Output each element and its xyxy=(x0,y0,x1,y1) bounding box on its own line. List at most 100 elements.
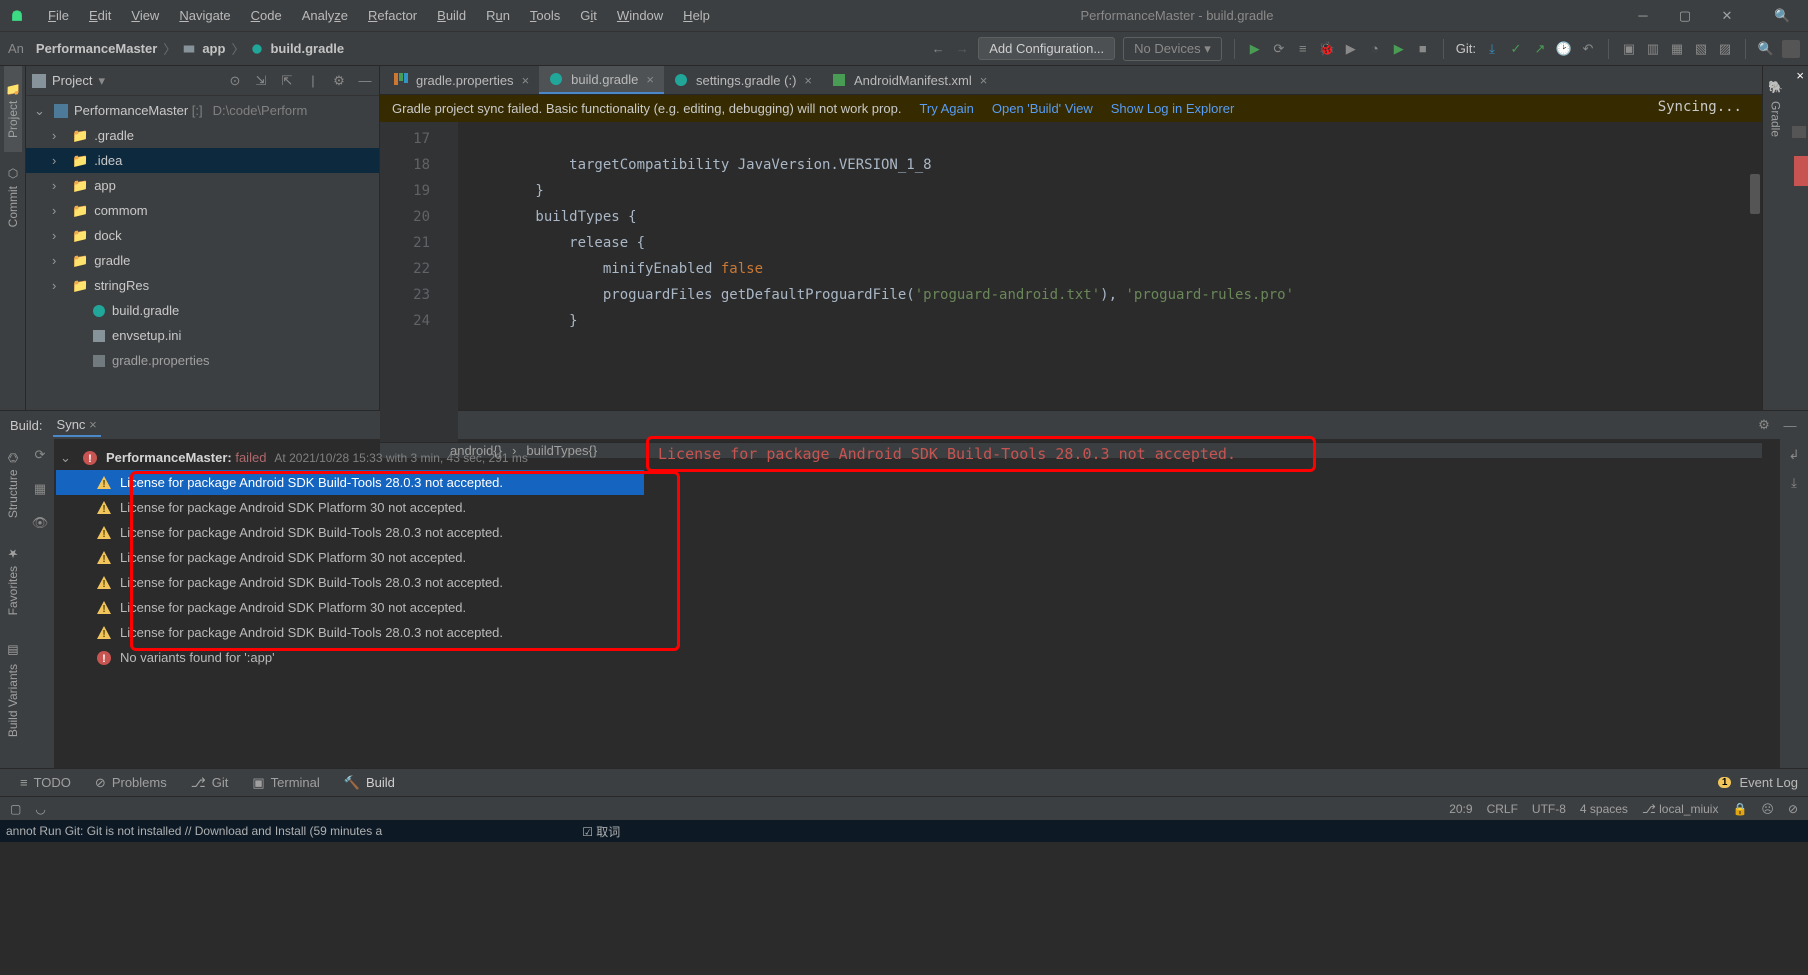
scroll-end-icon[interactable]: ⤓ xyxy=(1786,475,1802,491)
select-opened-icon[interactable]: ⊙ xyxy=(227,73,243,89)
git-update-icon[interactable]: ⤓ xyxy=(1484,41,1500,57)
close-icon[interactable]: × xyxy=(980,73,988,88)
profile-icon[interactable]: ◔ xyxy=(1367,41,1383,57)
menu-git[interactable]: Git xyxy=(572,6,605,25)
build-error-row[interactable]: ! No variants found for ':app' xyxy=(56,645,644,670)
line-separator[interactable]: CRLF xyxy=(1487,802,1518,816)
menu-edit[interactable]: Edit xyxy=(81,6,119,25)
build-hide-icon[interactable]: — xyxy=(1782,417,1798,433)
menu-view[interactable]: View xyxy=(123,6,167,25)
memory-icon[interactable]: ⊘ xyxy=(1788,802,1798,816)
menu-code[interactable]: Code xyxy=(243,6,290,25)
close-button[interactable]: ✕ xyxy=(1720,8,1734,24)
tree-folder-stringres[interactable]: ›📁stringRes xyxy=(26,273,379,298)
tree-folder-idea[interactable]: ›📁.idea xyxy=(26,148,379,173)
project-tree[interactable]: ⌄ PerformanceMaster [:] D:\code\Perform … xyxy=(26,96,379,410)
commit-tool-tab[interactable]: Commit⬡ xyxy=(4,152,22,241)
tree-folder-app[interactable]: ›📁app xyxy=(26,173,379,198)
tree-folder-gradle-cache[interactable]: ›📁.gradle xyxy=(26,123,379,148)
build-warning-row[interactable]: !License for package Android SDK Build-T… xyxy=(56,520,644,545)
menu-window[interactable]: Window xyxy=(609,6,671,25)
tab-android-manifest[interactable]: AndroidManifest.xml× xyxy=(822,66,997,94)
filter-icon[interactable]: ▦ xyxy=(32,481,48,497)
gradle-tool-tab[interactable]: 🐘Gradle xyxy=(1767,66,1785,151)
structure-tool-tab[interactable]: Structure⌬ xyxy=(4,439,22,532)
crumb-root[interactable]: PerformanceMaster xyxy=(36,41,157,56)
add-configuration-button[interactable]: Add Configuration... xyxy=(978,37,1115,60)
file-encoding[interactable]: UTF-8 xyxy=(1532,802,1566,816)
close-icon[interactable]: × xyxy=(1796,68,1804,83)
run-icon[interactable]: ▶ xyxy=(1247,41,1263,57)
debug-icon[interactable]: 🐞 xyxy=(1319,41,1335,57)
status-toggle-icon[interactable]: ▢ xyxy=(10,802,21,816)
git-history-icon[interactable]: 🕑 xyxy=(1556,41,1572,57)
project-view-selector[interactable]: Project ▾ xyxy=(32,73,221,89)
nav-back-icon[interactable]: ← xyxy=(930,41,946,57)
profile-avatar-icon[interactable] xyxy=(1782,40,1800,58)
tree-folder-dock[interactable]: ›📁dock xyxy=(26,223,379,248)
build-tab[interactable]: 🔨 Build xyxy=(334,773,405,793)
menu-navigate[interactable]: Navigate xyxy=(171,6,238,25)
tree-file-envsetup[interactable]: envsetup.ini xyxy=(26,323,379,348)
soft-wrap-icon[interactable]: ↲ xyxy=(1786,447,1802,463)
build-warning-row[interactable]: !License for package Android SDK Platfor… xyxy=(56,595,644,620)
tree-file-build-gradle[interactable]: build.gradle xyxy=(26,298,379,323)
restart-icon[interactable]: ⟳ xyxy=(32,447,48,463)
tree-file-gradle-properties[interactable]: gradle.properties xyxy=(26,348,379,373)
error-marker[interactable] xyxy=(1794,156,1808,186)
tree-folder-gradle[interactable]: ›📁gradle xyxy=(26,248,379,273)
search-everywhere-icon[interactable]: 🔍 xyxy=(1758,41,1774,57)
build-warning-row[interactable]: !License for package Android SDK Platfor… xyxy=(56,545,644,570)
tree-folder-commom[interactable]: ›📁commom xyxy=(26,198,379,223)
close-icon[interactable]: × xyxy=(89,417,97,432)
sync-icon[interactable]: ▨ xyxy=(1717,41,1733,57)
problems-tab[interactable]: ⊘ Problems xyxy=(85,773,177,793)
minimize-button[interactable]: ─ xyxy=(1636,8,1650,23)
editor-scrollbar[interactable] xyxy=(1750,174,1760,214)
build-warning-row[interactable]: !License for package Android SDK Platfor… xyxy=(56,495,644,520)
search-icon[interactable]: 🔍 xyxy=(1774,8,1788,24)
expand-all-icon[interactable]: ⇲ xyxy=(253,73,269,89)
tab-settings-gradle[interactable]: settings.gradle (:)× xyxy=(664,66,822,94)
terminal-tab[interactable]: ▣ Terminal xyxy=(242,773,329,793)
menu-help[interactable]: Help xyxy=(675,6,718,25)
nav-fwd-icon[interactable]: → xyxy=(954,41,970,57)
build-warning-row[interactable]: !License for package Android SDK Build-T… xyxy=(56,570,644,595)
fold-gutter[interactable] xyxy=(438,122,458,442)
maximize-button[interactable]: ▢ xyxy=(1678,8,1692,24)
coverage-icon[interactable]: ▶ xyxy=(1343,41,1359,57)
event-log-tab[interactable]: Event Log xyxy=(1739,775,1798,790)
git-commit-icon[interactable]: ✓ xyxy=(1508,41,1524,57)
tree-root[interactable]: ⌄ PerformanceMaster [:] D:\code\Perform xyxy=(26,98,379,123)
resource-icon[interactable]: ▦ xyxy=(1669,41,1685,57)
face-icon[interactable]: ☹ xyxy=(1761,802,1774,816)
git-rollback-icon[interactable]: ↶ xyxy=(1580,41,1596,57)
close-icon[interactable]: × xyxy=(804,73,812,88)
project-tool-tab[interactable]: Project📁 xyxy=(4,66,22,152)
close-icon[interactable]: × xyxy=(646,72,654,87)
tab-gradle-properties[interactable]: gradle.properties× xyxy=(384,66,539,94)
device-selector[interactable]: No Devices ▾ xyxy=(1123,37,1222,61)
menu-analyze[interactable]: Analyze xyxy=(294,6,356,25)
attach-icon[interactable]: ▶ xyxy=(1391,41,1407,57)
sync-tab[interactable]: Sync × xyxy=(53,414,101,437)
indent-setting[interactable]: 4 spaces xyxy=(1580,802,1628,816)
menu-refactor[interactable]: Refactor xyxy=(360,6,425,25)
try-again-link[interactable]: Try Again xyxy=(919,101,973,116)
build-warning-row[interactable]: !License for package Android SDK Build-T… xyxy=(56,470,644,495)
apply-code-icon[interactable]: ≡ xyxy=(1295,41,1311,57)
git-branch[interactable]: ⎇ local_miuix xyxy=(1642,802,1719,816)
crumb-module[interactable]: app xyxy=(182,41,225,56)
menu-tools[interactable]: Tools xyxy=(522,6,568,25)
caret-position[interactable]: 20:9 xyxy=(1449,802,1472,816)
lock-icon[interactable]: 🔒 xyxy=(1732,802,1747,816)
git-push-icon[interactable]: ↗ xyxy=(1532,41,1548,57)
build-warning-row[interactable]: !License for package Android SDK Build-T… xyxy=(56,620,644,645)
crumb-file[interactable]: build.gradle xyxy=(250,41,344,56)
eye-icon[interactable]: 👁 xyxy=(32,515,48,531)
build-root-row[interactable]: ⌄ ! PerformanceMaster: failed At 2021/10… xyxy=(56,445,644,470)
hide-panel-icon[interactable]: — xyxy=(357,73,373,89)
sdk-icon[interactable]: ▥ xyxy=(1645,41,1661,57)
stop-icon[interactable]: ■ xyxy=(1415,41,1431,57)
avd-icon[interactable]: ▣ xyxy=(1621,41,1637,57)
